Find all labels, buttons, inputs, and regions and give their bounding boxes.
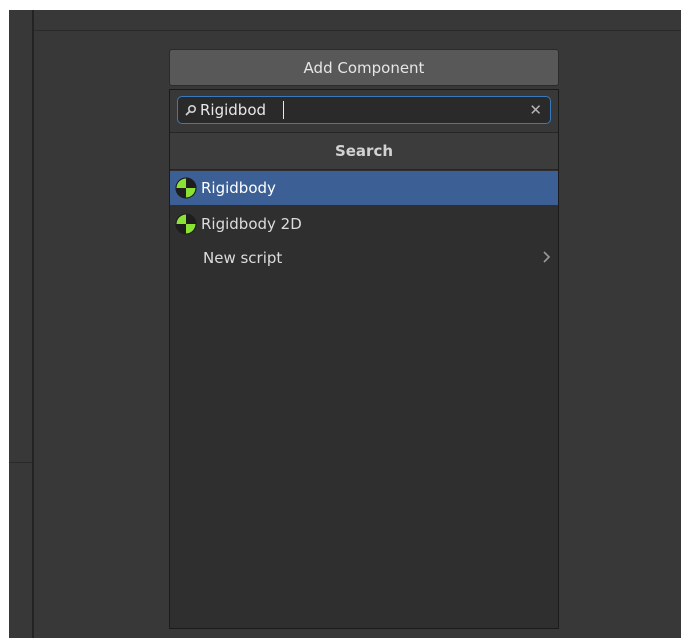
results-header: Search (170, 133, 558, 170)
list-item-label: New script (203, 249, 283, 267)
rigidbody2d-icon (175, 213, 197, 235)
list-item-label: Rigidbody 2D (201, 215, 302, 233)
add-component-popup: Rigidbod ✕ Search Rigidbody Rigidbody 2D… (169, 89, 559, 629)
list-item-rigidbody-2d[interactable]: Rigidbody 2D (170, 207, 558, 241)
results-header-title: Search (334, 142, 394, 160)
clear-search-icon[interactable]: ✕ (529, 101, 542, 119)
chevron-right-icon (542, 249, 552, 265)
search-icon (184, 103, 198, 117)
top-divider (34, 30, 681, 31)
side-divider (9, 462, 32, 463)
add-component-label: Add Component (303, 58, 425, 77)
list-item-label: Rigidbody (201, 179, 276, 197)
search-input[interactable]: Rigidbod (198, 98, 510, 122)
list-item-rigidbody[interactable]: Rigidbody (170, 171, 558, 205)
search-field[interactable]: Rigidbod ✕ (177, 96, 551, 124)
panel-border (32, 10, 34, 638)
list-item-new-script[interactable]: New script (170, 241, 558, 275)
rigidbody-icon (175, 177, 197, 199)
text-caret (283, 101, 284, 119)
search-row: Rigidbod ✕ (170, 90, 558, 133)
add-component-button[interactable]: Add Component (169, 49, 559, 86)
